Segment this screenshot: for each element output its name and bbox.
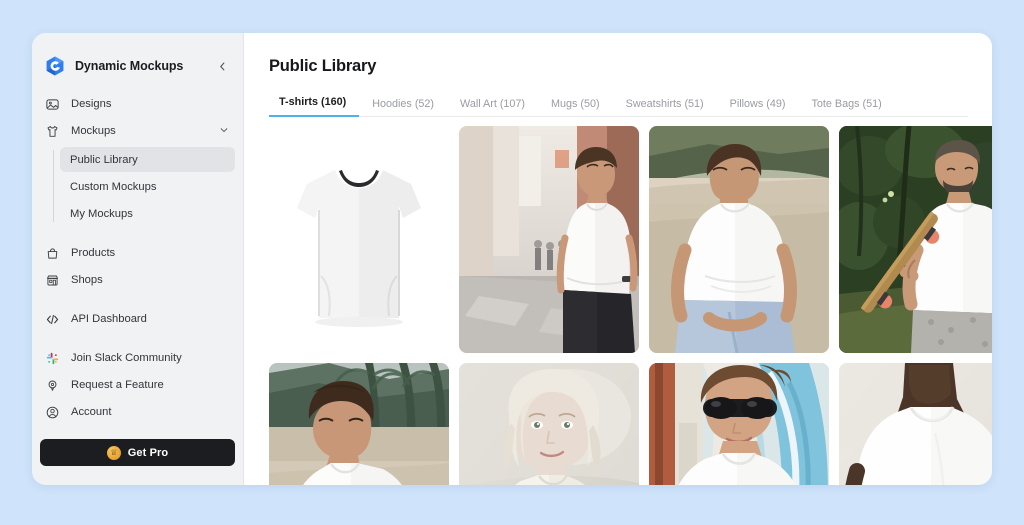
brand-row: Dynamic Mockups (32, 43, 243, 89)
sidebar-item-custom-mockups[interactable]: Custom Mockups (60, 174, 235, 199)
chevron-down-icon[interactable] (219, 125, 229, 137)
sidebar-item-label: Shops (71, 274, 103, 286)
sidebar-item-label: Products (71, 247, 116, 259)
tshirt-icon (44, 123, 60, 139)
tab-pillows[interactable]: Pillows (49) (717, 98, 799, 117)
sidebar-nav: Designs Mockups Public Library Custom Mo… (32, 89, 243, 425)
sidebar-item-my-mockups[interactable]: My Mockups (60, 201, 235, 226)
brand-name: Dynamic Mockups (75, 59, 184, 73)
sidebar-subitem-label: Custom Mockups (70, 180, 157, 193)
sidebar-item-join-slack-community[interactable]: Join Slack Community (40, 345, 235, 371)
sidebar-item-mockups[interactable]: Mockups (40, 118, 235, 144)
mockups-submenu: Public Library Custom Mockups My Mockups (40, 147, 235, 226)
mockup-card-man-palm-white-tshirt[interactable] (269, 363, 449, 485)
mockup-grid (269, 126, 992, 485)
bag-icon (44, 245, 60, 261)
tab-mugs[interactable]: Mugs (50) (538, 98, 613, 117)
tab-tshirts[interactable]: T-shirts (160) (269, 96, 360, 117)
sidebar-item-api-dashboard[interactable]: API Dashboard (40, 306, 235, 332)
get-pro-label: Get Pro (127, 446, 169, 459)
sidebar-subitem-label: Public Library (70, 153, 138, 166)
sidebar-item-products[interactable]: Products (40, 240, 235, 266)
mockup-card-blonde-woman-white-tshirt[interactable] (459, 363, 639, 485)
sidebar-item-public-library[interactable]: Public Library (60, 147, 235, 172)
category-tabs: T-shirts (160) Hoodies (52) Wall Art (10… (269, 91, 968, 117)
sidebar-item-label: Account (71, 406, 112, 418)
tab-tote-bags[interactable]: Tote Bags (51) (798, 98, 894, 117)
sidebar-item-request-a-feature[interactable]: Request a Feature (40, 372, 235, 398)
sidebar-subitem-label: My Mockups (70, 207, 133, 220)
code-icon (44, 311, 60, 327)
sidebar-item-label: Mockups (71, 125, 116, 137)
sidebar-item-shops[interactable]: Shops (40, 267, 235, 293)
sidebar-item-account[interactable]: Account (40, 399, 235, 425)
tab-wall-art[interactable]: Wall Art (107) (447, 98, 538, 117)
submenu-rail (53, 150, 54, 222)
store-icon (44, 272, 60, 288)
tab-sweatshirts[interactable]: Sweatshirts (51) (613, 98, 717, 117)
sidebar-item-designs[interactable]: Designs (40, 91, 235, 117)
sidebar-item-label: Join Slack Community (71, 352, 182, 364)
mockup-card-man-beach-white-tshirt[interactable] (649, 126, 829, 353)
image-icon (44, 96, 60, 112)
mockup-card-flat-lay-white-tshirt[interactable] (269, 126, 449, 353)
mockup-card-man-skateboard-white-tshirt[interactable] (839, 126, 992, 353)
crown-icon: ♕ (106, 445, 121, 460)
sidebar-item-label: Request a Feature (71, 379, 164, 391)
hexagon-logo-icon (44, 55, 66, 77)
get-pro-button[interactable]: ♕ Get Pro (40, 439, 235, 466)
mockup-card-torso-white-tshirt[interactable] (839, 363, 992, 485)
main-content: Public Library T-shirts (160) Hoodies (5… (244, 33, 992, 485)
sidebar: Dynamic Mockups Designs Mockups Public L… (32, 33, 244, 485)
user-circle-icon (44, 404, 60, 420)
slack-icon (44, 350, 60, 366)
mockup-card-man-street-white-tshirt[interactable] (459, 126, 639, 353)
get-pro-container: ♕ Get Pro (40, 439, 235, 466)
app-window: Dynamic Mockups Designs Mockups Public L… (32, 33, 992, 485)
sidebar-item-label: API Dashboard (71, 313, 147, 325)
page-title: Public Library (269, 57, 377, 75)
mockup-card-woman-sunglasses-white-tshirt[interactable] (649, 363, 829, 485)
chevron-left-icon[interactable] (215, 59, 229, 73)
sidebar-item-label: Designs (71, 98, 112, 110)
lightbulb-icon (44, 377, 60, 393)
tab-hoodies[interactable]: Hoodies (52) (359, 98, 447, 117)
